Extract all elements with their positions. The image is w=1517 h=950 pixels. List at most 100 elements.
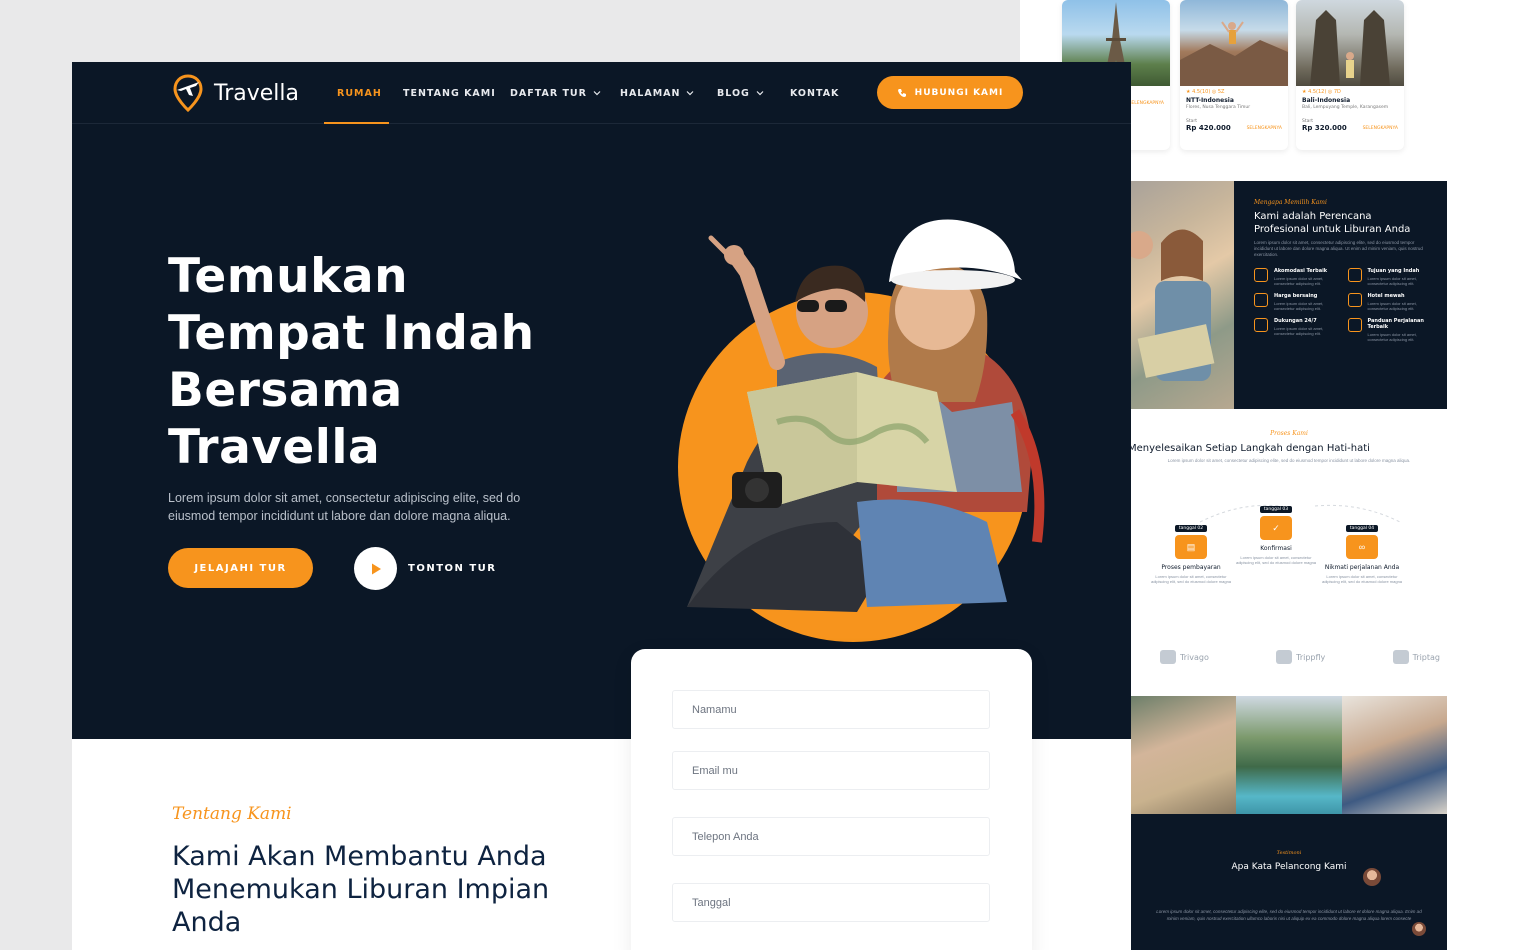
partner-logo: Trivago: [1160, 650, 1209, 664]
partner-logos: Trivago Trippfly Triptag: [1160, 650, 1440, 664]
contact-us-button[interactable]: HUBUNGI KAMI: [877, 76, 1023, 109]
why-us-section: Mengapa Memilih Kami Kami adalah Perenca…: [1131, 181, 1447, 409]
feature-item: Akomodasi Terbaik Lorem ipsum dolor sit a…: [1254, 268, 1336, 286]
nav-item-blog[interactable]: BLOG: [717, 62, 765, 124]
gallery-photo: [1341, 696, 1447, 814]
partner-name: Triptag: [1412, 652, 1440, 662]
testimonial-title: Apa Kata Pelancong Kami: [1231, 862, 1347, 872]
tour-card-image: [1296, 0, 1404, 86]
why-us-photo: [1131, 181, 1234, 409]
nav-item-about[interactable]: TENTANG KAMI: [403, 62, 496, 124]
logo[interactable]: Travella: [172, 74, 299, 112]
booking-form: Namamu Email mu Telepon Anda Tanggal: [631, 649, 1032, 950]
trippfly-logo-icon: [1276, 650, 1293, 664]
hero-section: Travella RUMAH TENTANG KAMI DAFTAR TUR H…: [72, 62, 1131, 739]
date-field[interactable]: Tanggal: [672, 883, 990, 922]
feature-item: Panduan Perjalanan Terbaik Lorem ipsum do…: [1347, 318, 1430, 342]
avatar: [1412, 922, 1426, 936]
bed-icon: [1254, 268, 1268, 282]
triptag-logo-icon: [1392, 650, 1409, 664]
feature-desc: Lorem ipsum dolor sit amet, consectetur …: [1274, 301, 1324, 311]
plane-pin-logo-icon: [173, 74, 203, 112]
nav-item-pages[interactable]: HALAMAN: [620, 62, 695, 124]
feature-title: Dukungan 24/7: [1274, 318, 1317, 324]
play-icon: [371, 563, 381, 574]
gallery-photo: [1131, 696, 1237, 814]
feature-title: Hotel mewah: [1367, 293, 1405, 299]
watch-tour-label: TONTON TUR: [408, 563, 497, 574]
feature-title: Akomodasi Terbaik: [1274, 268, 1328, 274]
hero-description: Lorem ipsum dolor sit amet, consectetur …: [168, 491, 521, 523]
partner-logo: Triptag: [1392, 650, 1440, 664]
photo-gallery: [1131, 696, 1447, 814]
feature-item: Dukungan 24/7 Lorem ipsum dolor sit amet,…: [1254, 318, 1336, 342]
feature-title: Tujuan yang Indah: [1367, 268, 1420, 274]
travelers-photo: [1131, 229, 1215, 381]
process-section: Proses Kami Menyelesaikan Setiap Langkah…: [1128, 430, 1447, 464]
hero-title-line: Tempat Indah: [168, 306, 535, 361]
nav-item-label: RUMAH: [337, 87, 382, 99]
hero-title-line: Travella: [168, 420, 381, 475]
tour-card-meta: ★ 4.5(10) ◎ 5Z: [1186, 89, 1225, 95]
partner-name: Trivago: [1180, 652, 1209, 662]
step-title: Nikmati perjalanan Anda: [1324, 564, 1400, 571]
tour-card-more-link[interactable]: SELENGKAPNYA: [1129, 101, 1164, 106]
explore-tour-label: JELAJAHI TUR: [194, 562, 287, 574]
tour-card-more-link[interactable]: SELENGKAPNYA: [1363, 126, 1398, 131]
explore-tour-button[interactable]: JELAJAHI TUR: [168, 548, 313, 588]
contact-us-label: HUBUNGI KAMI: [914, 87, 1004, 98]
process-description: Lorem ipsum dolor sit amet, consectetur …: [1167, 458, 1411, 463]
hiker-on-rocks-image: [1180, 21, 1288, 86]
step-desc: Lorem ipsum dolor sit amet, consectetur …: [1235, 555, 1317, 565]
about-subtitle: Tentang Kami: [172, 804, 292, 824]
location-pin-icon: [1347, 268, 1362, 282]
avatar: [1363, 868, 1381, 886]
name-field[interactable]: Namamu: [672, 690, 990, 729]
testimonial-quote: Lorem ipsum dolor sit amet, consectetur …: [1156, 909, 1422, 921]
feature-item: Tujuan yang Indah Lorem ipsum dolor sit a…: [1347, 268, 1430, 286]
tour-card[interactable]: ★ 4.5(12) ◎ 7D Bali-Indonesia Bali, Lemp…: [1296, 0, 1404, 150]
navbar: Travella RUMAH TENTANG KAMI DAFTAR TUR H…: [72, 62, 1131, 124]
step-tag: tanggal 04: [1345, 525, 1379, 532]
step-tag: tanggal 03: [1259, 506, 1293, 513]
tour-card-address: Bali, Lempuyang Temple, Karangasem: [1302, 105, 1389, 110]
watch-tour-button[interactable]: TONTON TUR: [354, 547, 497, 590]
price-tag-icon: [1254, 293, 1268, 307]
tour-card-image: [1180, 0, 1288, 86]
nav-item-label: TENTANG KAMI: [403, 87, 496, 99]
chevron-down-icon: [687, 91, 694, 96]
partner-name: Trippfly: [1296, 652, 1326, 662]
nav-item-contact[interactable]: KONTAK: [790, 62, 839, 124]
phone-field[interactable]: Telepon Anda: [672, 817, 990, 856]
testimonial-subtitle: Testimoni: [1276, 850, 1302, 856]
step-title: Konfirmasi: [1260, 545, 1292, 552]
why-us-description: Lorem ipsum dolor sit amet, consectetur …: [1254, 240, 1423, 257]
tour-card-more-link[interactable]: SELENGKAPNYA: [1247, 126, 1282, 131]
guide-icon: [1347, 318, 1362, 332]
glasses-icon: ∞: [1346, 535, 1378, 559]
tour-card-price: Rp 320.000 SELENGKAPNYA: [1296, 124, 1404, 132]
play-button-circle[interactable]: [354, 547, 397, 590]
chevron-down-icon: [756, 91, 764, 96]
chevron-down-icon: [593, 91, 601, 96]
nav-item-tour-list[interactable]: DAFTAR TUR: [510, 62, 602, 124]
tour-card-meta: ★ 4.5(12) ◎ 7D: [1302, 89, 1341, 95]
step-title: Proses pembayaran: [1161, 564, 1221, 571]
email-field[interactable]: Email mu: [672, 751, 990, 790]
step-tag: tanggal 02: [1174, 525, 1208, 532]
gallery-photo: [1236, 696, 1342, 814]
feature-title: Panduan Perjalanan Terbaik: [1367, 318, 1424, 330]
feature-desc: Lorem ipsum dolor sit amet, consectetur …: [1367, 276, 1417, 286]
support-icon: [1254, 318, 1268, 332]
nav-item-home[interactable]: RUMAH: [337, 62, 382, 124]
why-us-features: Akomodasi Terbaik Lorem ipsum dolor sit a…: [1254, 268, 1429, 342]
step-desc: Lorem ipsum dolor sit amet, consectetur …: [1150, 574, 1232, 584]
why-us-content: Mengapa Memilih Kami Kami adalah Perenca…: [1234, 181, 1447, 409]
phone-icon: [897, 88, 906, 97]
tour-card[interactable]: ★ 4.5(10) ◎ 5Z NTT-Indonesia Flores, Nus…: [1180, 0, 1288, 150]
nav-item-label: DAFTAR TUR: [510, 87, 587, 99]
process-subtitle: Proses Kami: [1270, 430, 1308, 437]
feature-desc: Lorem ipsum dolor sit amet, consectetur …: [1274, 326, 1324, 336]
payment-icon: ▤: [1175, 535, 1207, 559]
feature-desc: Lorem ipsum dolor sit amet, consectetur …: [1274, 276, 1324, 286]
